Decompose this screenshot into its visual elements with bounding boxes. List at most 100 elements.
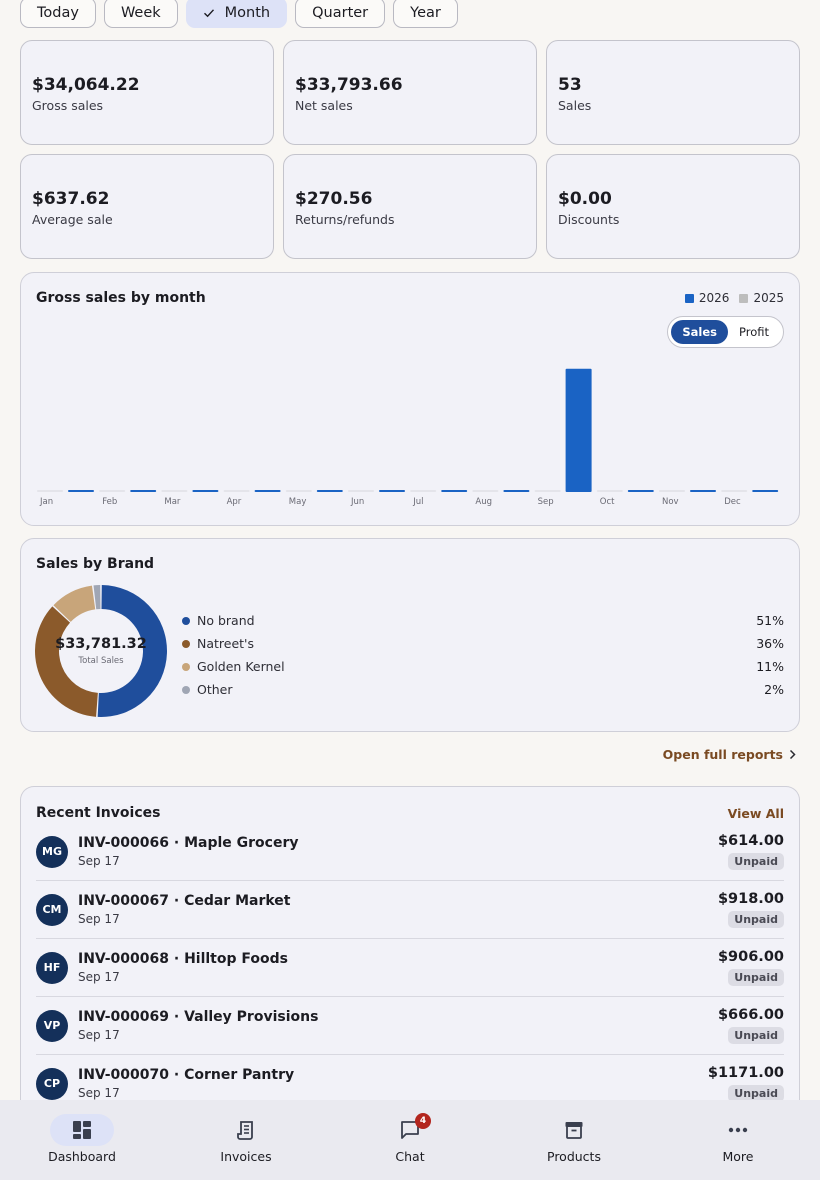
invoice-amount: $1171.00 [707, 1065, 784, 1081]
customer-avatar: CM [36, 893, 68, 926]
invoice-title: INV-000068 · Hilltop Foods [78, 951, 288, 967]
brand-row-golden-kernel: Golden Kernel 11% [181, 655, 784, 678]
filter-label: Month [224, 4, 271, 21]
x-tick-label: Oct [600, 497, 615, 507]
nav-label: Dashboard [48, 1149, 116, 1164]
invoice-row[interactable]: CM INV-000067 · Cedar Market Sep 17 $918… [36, 881, 784, 939]
stat-card-discounts: $0.00 Discounts [546, 154, 800, 259]
invoice-info: INV-000069 · Valley Provisions Sep 17 [78, 1009, 718, 1042]
bar-2026-jun [379, 490, 405, 492]
invoice-amount: $666.00 [717, 1007, 784, 1023]
legend-label: 2026 [698, 291, 730, 305]
x-tick-label: May [289, 497, 307, 507]
toggle-sales-button[interactable]: Sales [671, 320, 728, 344]
invoice-info: INV-000070 · Corner Pantry Sep 17 [78, 1067, 708, 1100]
invoice-date: Sep 17 [78, 1086, 120, 1100]
nav-chat[interactable]: 4 Chat [328, 1100, 492, 1180]
bar-2025-oct [596, 490, 623, 492]
nav-icon-container [50, 1114, 114, 1146]
invoice-meta: $906.00 Unpaid [718, 949, 784, 986]
filter-year[interactable]: Year [393, 0, 458, 28]
bottom-navigation: Dashboard Invoices 4 Chat Products More [0, 1100, 820, 1180]
invoice-title: INV-000070 · Corner Pantry [78, 1067, 295, 1083]
brand-pct: 51% [756, 613, 784, 628]
nav-icon-container: 4 [378, 1113, 442, 1146]
x-tick-label: Dec [724, 497, 741, 507]
invoice-title: INV-000066 · Maple Grocery [78, 835, 299, 851]
filter-today[interactable]: Today [20, 0, 96, 28]
bar-2026-oct [627, 490, 654, 492]
brand-name: No brand [197, 613, 255, 628]
nav-icon-container [542, 1114, 606, 1146]
invoice-list: MG INV-000066 · Maple Grocery Sep 17 $61… [36, 823, 784, 1113]
bar-2026-jan [68, 490, 94, 492]
invoice-info: INV-000067 · Cedar Market Sep 17 [78, 893, 718, 926]
filter-label: Today [37, 4, 79, 21]
bar-2025-apr [223, 490, 250, 492]
nav-invoices[interactable]: Invoices [164, 1100, 328, 1180]
receipt-icon [237, 1121, 253, 1140]
nav-label: More [722, 1149, 754, 1164]
nav-label: Chat [395, 1149, 425, 1164]
filter-week[interactable]: Week [103, 0, 178, 28]
brand-row-other: Other 2% [181, 678, 784, 701]
stat-value: $34,064.22 [32, 75, 140, 95]
open-full-reports-link[interactable]: Open full reports [663, 747, 796, 762]
nav-label: Invoices [220, 1149, 272, 1164]
invoice-amount: $614.00 [717, 833, 784, 849]
chart-legend: 2026 2025 [684, 291, 784, 305]
brand-card-title: Sales by Brand [36, 556, 155, 572]
toggle-profit-button[interactable]: Profit [728, 320, 780, 344]
invoice-row[interactable]: HF INV-000068 · Hilltop Foods Sep 17 $90… [36, 939, 784, 997]
status-badge: Unpaid [728, 911, 784, 928]
stat-card-returns: $270.56 Returns/refunds [283, 154, 537, 259]
brand-row-natreets: Natreet's 36% [181, 632, 784, 655]
stats-grid: $34,064.22 Gross sales $33,793.66 Net sa… [20, 40, 800, 259]
brand-name: Golden Kernel [197, 659, 285, 674]
more-horizontal-icon [728, 1127, 748, 1133]
nav-more[interactable]: More [656, 1100, 820, 1180]
legend-swatch [739, 293, 749, 303]
chevron-right-icon [789, 749, 796, 760]
nav-products[interactable]: Products [492, 1100, 656, 1180]
invoice-title: INV-000067 · Cedar Market [78, 893, 291, 909]
chat-badge: 4 [415, 1113, 431, 1129]
stat-label: Discounts [558, 212, 620, 227]
stat-value: $637.62 [32, 189, 110, 209]
customer-avatar: MG [36, 835, 68, 868]
brand-dot [182, 639, 190, 648]
x-tick-label: Nov [662, 497, 679, 507]
brand-name: Natreet's [197, 636, 255, 651]
recent-invoices-card: Recent Invoices View All MG INV-000066 ·… [20, 786, 800, 1116]
bar-2026-feb [130, 490, 157, 492]
invoice-row[interactable]: VP INV-000069 · Valley Provisions Sep 17… [36, 997, 784, 1055]
filter-label: Week [120, 4, 161, 21]
status-badge: Unpaid [728, 969, 784, 986]
invoice-meta: $666.00 Unpaid [718, 1007, 784, 1044]
bar-2025-feb [99, 490, 126, 492]
customer-avatar: HF [36, 951, 68, 984]
brand-pct: 36% [756, 636, 784, 651]
filter-quarter[interactable]: Quarter [295, 0, 386, 28]
stat-card-gross-sales: $34,064.22 Gross sales [20, 40, 274, 145]
stat-value: 53 [558, 75, 582, 95]
brand-row-no-brand: No brand 51% [181, 609, 784, 632]
filter-month[interactable]: Month [185, 0, 288, 28]
nav-dashboard[interactable]: Dashboard [0, 1100, 164, 1180]
archive-box-icon [565, 1122, 583, 1139]
invoice-row[interactable]: MG INV-000066 · Maple Grocery Sep 17 $61… [36, 823, 784, 881]
invoice-title: INV-000069 · Valley Provisions [78, 1009, 319, 1025]
period-filter: Today Week Month Quarter Year [20, 0, 458, 28]
gross-sales-bar-chart: Jan Feb Mar Apr May Jun Jul Aug Sep Oct Nov Dec [37, 368, 779, 507]
invoice-meta: $918.00 Unpaid [718, 891, 784, 928]
x-tick-label: Mar [164, 497, 181, 507]
invoice-info: INV-000066 · Maple Grocery Sep 17 [78, 835, 718, 868]
stat-label: Average sale [32, 212, 113, 227]
invoice-amount: $918.00 [717, 891, 784, 907]
donut-total-value: $33,781.32 [55, 636, 147, 652]
brand-dot [182, 616, 190, 625]
x-tick-label: Apr [227, 497, 242, 507]
view-all-invoices-link[interactable]: View All [728, 806, 784, 821]
bar-2025-jul [410, 490, 437, 492]
filter-label: Year [410, 4, 441, 21]
